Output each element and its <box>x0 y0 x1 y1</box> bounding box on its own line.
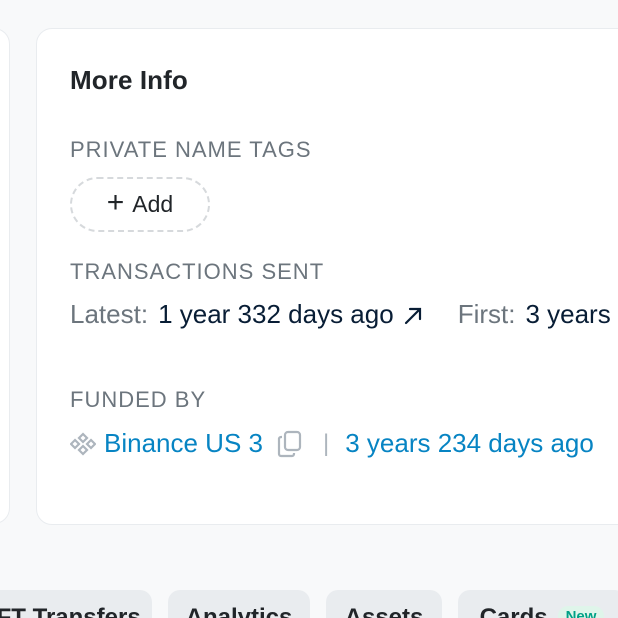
private-name-tags-label: PRIVATE NAME TAGS <box>70 137 312 162</box>
card-title: More Info <box>70 65 188 95</box>
tab-nft-transfers[interactable]: NFT Transfers <box>0 590 152 618</box>
copy-icon[interactable] <box>277 430 303 458</box>
external-link-arrow-icon[interactable] <box>402 304 424 326</box>
add-name-tag-button[interactable]: + Add <box>70 177 210 232</box>
page: More Info PRIVATE NAME TAGS + Add TRANSA… <box>0 0 618 618</box>
separator: | <box>322 429 330 457</box>
transactions-sent-label: TRANSACTIONS SENT <box>70 259 325 284</box>
tab-bar: NFT Transfers Analytics Assets Cards New <box>0 590 618 618</box>
tab-analytics[interactable]: Analytics <box>168 590 310 618</box>
funded-by-label: FUNDED BY <box>70 387 207 412</box>
tab-label: NFT Transfers <box>0 604 141 618</box>
add-button-label: Add <box>132 191 174 217</box>
funder-link[interactable]: Binance US 3 <box>104 428 263 459</box>
transactions-sent-row: Latest: 1 year 332 days ago First: 3 yea… <box>70 299 611 330</box>
new-badge: New <box>557 606 605 618</box>
tab-assets[interactable]: Assets <box>326 590 442 618</box>
first-value: 3 years <box>525 299 611 329</box>
binance-diamond-icon <box>70 431 96 456</box>
more-info-card: More Info PRIVATE NAME TAGS + Add TRANSA… <box>36 28 618 525</box>
tab-label: Analytics <box>185 604 293 618</box>
adjacent-card <box>0 28 10 524</box>
latest-value: 1 year 332 days ago <box>158 299 394 329</box>
plus-icon: + <box>106 186 125 219</box>
first-label: First: <box>457 299 516 329</box>
funding-age-link[interactable]: 3 years 234 days ago <box>345 428 594 459</box>
tab-label: Assets <box>344 604 424 618</box>
tab-label: Cards <box>479 604 548 618</box>
funded-by-row: Binance US 3 | 3 years 234 days ago <box>70 428 594 459</box>
latest-label: Latest: <box>70 299 149 329</box>
tab-cards[interactable]: Cards New <box>458 590 618 618</box>
